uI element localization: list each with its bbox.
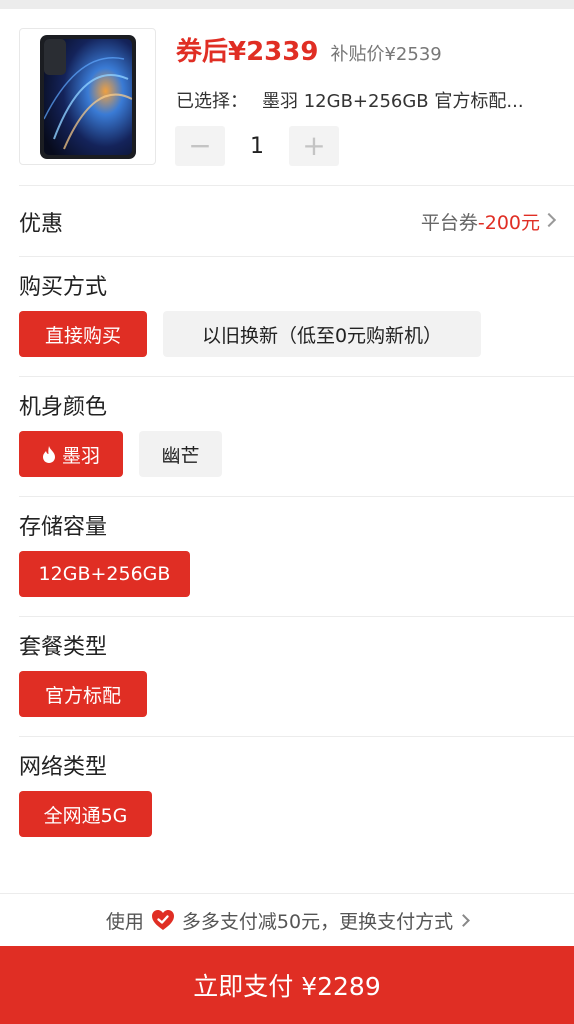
network-section: 网络类型 全网通5G (0, 736, 574, 856)
subsidy-price: 补贴价¥2539 (330, 44, 442, 65)
color-title: 机身颜色 (19, 395, 108, 420)
price-after-coupon: 券后¥2339 (176, 37, 319, 67)
chevron-right-icon (541, 212, 557, 228)
quantity-stepper: − 1 + (175, 126, 339, 166)
payment-method-row[interactable]: 使用 多多支付减50元，更换支付方式 (0, 894, 574, 946)
option-color-youmang[interactable]: 幽芒 (139, 431, 222, 477)
top-strip (0, 0, 574, 9)
storage-section: 存储容量 12GB+256GB (0, 496, 574, 616)
purchase-method-title: 购买方式 (19, 275, 108, 300)
option-color-moyu-label: 墨羽 (61, 444, 100, 467)
option-storage-12-256[interactable]: 12GB+256GB (19, 551, 190, 597)
coupon-value-prefix: 平台券 (420, 212, 478, 234)
option-package-official[interactable]: 官方标配 (19, 671, 147, 717)
selected-label: 已选择： (176, 91, 248, 112)
package-section: 套餐类型 官方标配 (0, 616, 574, 736)
product-summary: 券后¥2339 补贴价¥2539 已选择： 墨羽 12GB+256GB 官方标配.… (0, 9, 574, 185)
storage-title: 存储容量 (19, 515, 108, 540)
network-title: 网络类型 (19, 755, 108, 780)
quantity-value[interactable]: 1 (225, 134, 289, 159)
selected-spec: 已选择： 墨羽 12GB+256GB 官方标配... (176, 87, 524, 113)
option-trade-in[interactable]: 以旧换新（低至0元购新机） (163, 311, 481, 357)
package-title: 套餐类型 (19, 635, 108, 660)
coupon-value: 平台券-200元 (421, 208, 540, 235)
price-line: 券后¥2339 补贴价¥2539 (176, 31, 442, 67)
decrease-quantity-button[interactable]: − (175, 126, 225, 166)
payment-method-text: 多多支付减50元，更换支付方式 (181, 910, 454, 933)
camera-module (44, 39, 66, 75)
chevron-right-icon (457, 913, 470, 927)
product-thumbnail[interactable] (19, 28, 156, 165)
coupon-amount: -200元 (477, 212, 540, 234)
phone-image (40, 35, 136, 159)
coupon-title: 优惠 (19, 212, 64, 237)
heart-check-icon (151, 910, 174, 930)
color-section: 机身颜色 墨羽 幽芒 (0, 376, 574, 496)
purchase-method-section: 购买方式 直接购买 以旧换新（低至0元购新机） (0, 256, 574, 376)
flame-icon (42, 445, 55, 463)
payment-use-label: 使用 (105, 910, 144, 933)
option-color-moyu[interactable]: 墨羽 (19, 431, 123, 477)
increase-quantity-button[interactable]: + (289, 126, 339, 166)
coupon-row[interactable]: 优惠 平台券-200元 (0, 186, 574, 256)
option-network-5g[interactable]: 全网通5G (19, 791, 152, 837)
selected-value: 墨羽 12GB+256GB 官方标配... (262, 91, 524, 112)
pay-now-button[interactable]: 立即支付 ¥2289 (0, 946, 574, 1024)
option-direct-buy[interactable]: 直接购买 (19, 311, 147, 357)
